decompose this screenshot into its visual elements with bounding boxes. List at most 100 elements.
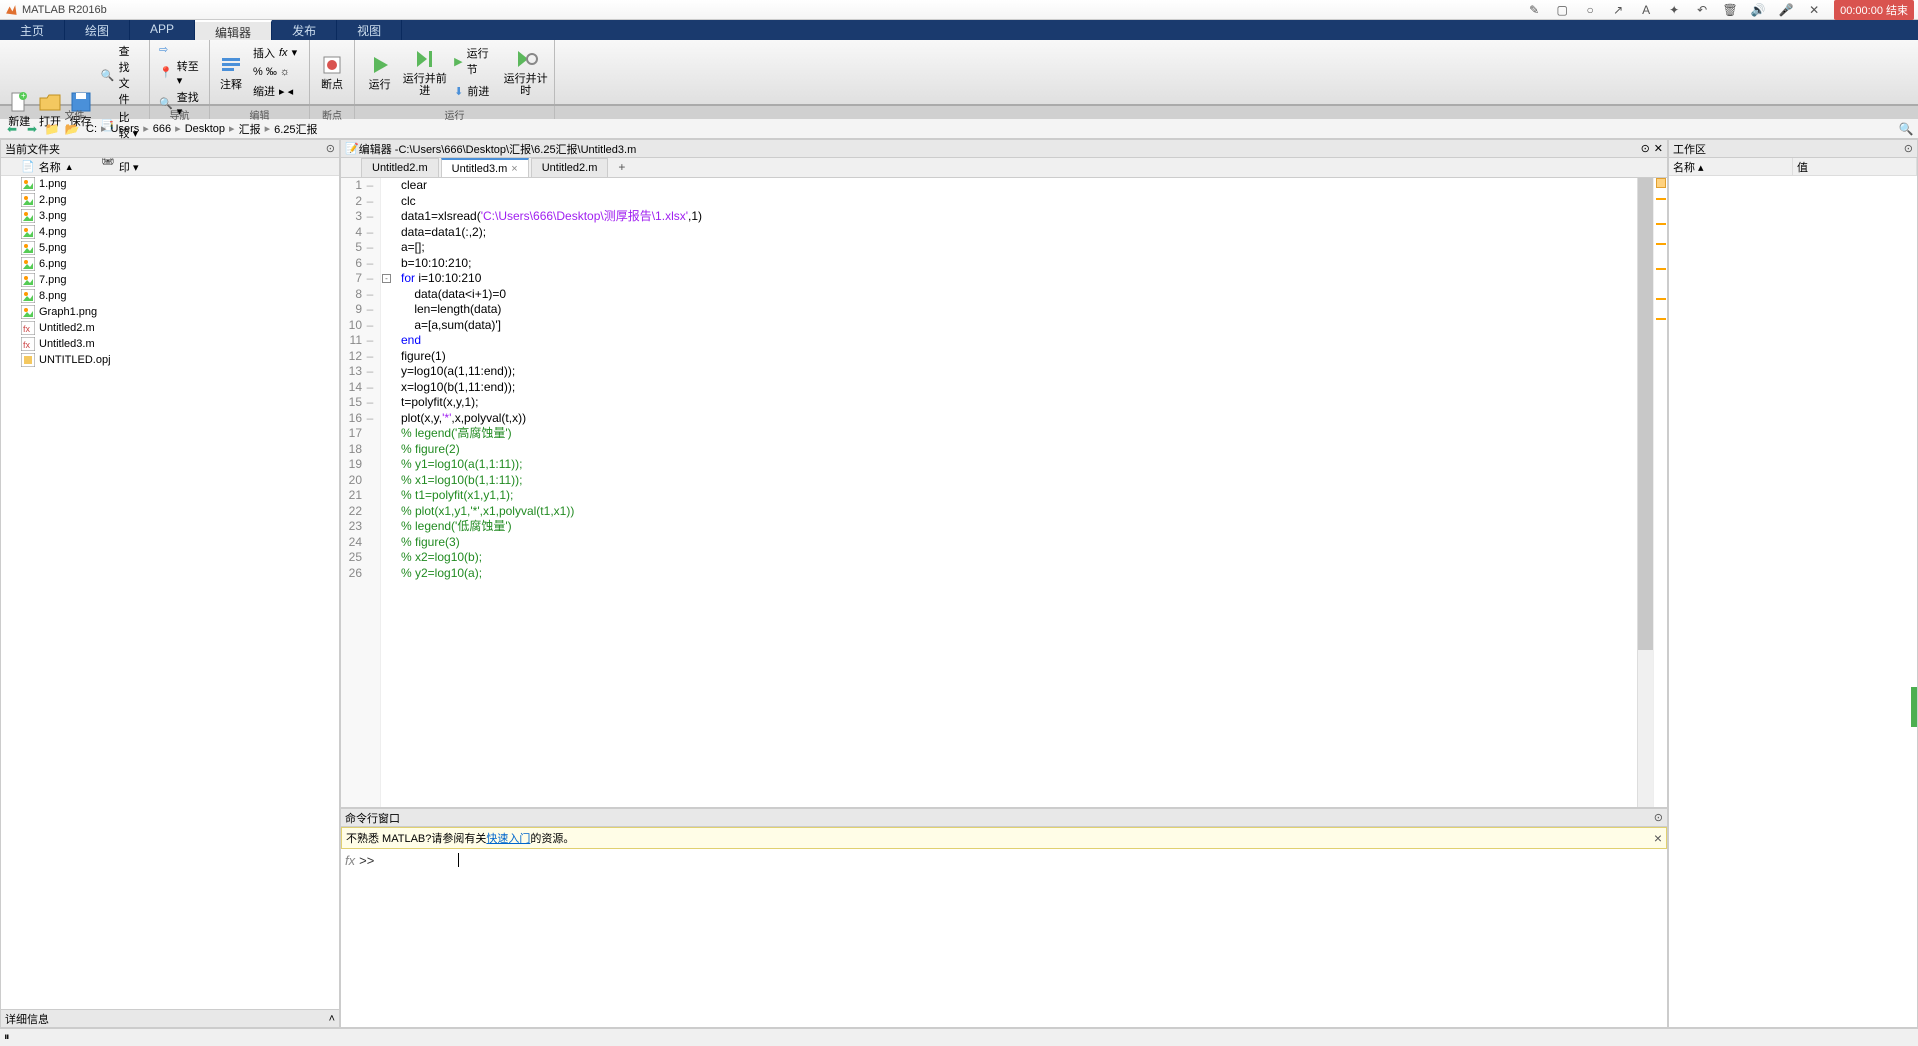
toolstrip-tab-1[interactable]: 绘图 [65,20,130,40]
run-button[interactable]: 运行 [361,42,398,102]
title-bar: MATLAB R2016b ✎ ▢ ○ ↗ A ✦ ↶ 🗑 🔊 🎤 ✕ 00:0… [0,0,1918,20]
fold-column: - [381,178,393,807]
fold-toggle[interactable]: - [382,274,391,283]
search-path-button[interactable]: 🔍 [1898,121,1914,137]
m-file-icon: fx [21,321,35,335]
png-file-icon [21,241,35,255]
toolstrip-tab-0[interactable]: 主页 [0,20,65,40]
file-list-header[interactable]: 📄名称▲ [1,158,339,176]
editor-tab-2[interactable]: Untitled2.m [531,158,609,177]
mic-icon[interactable]: 🎤 [1778,2,1794,18]
fx-icon[interactable]: fx [345,853,355,868]
breadcrumb: C:▸Users▸666▸Desktop▸汇报▸6.25汇报 [84,121,320,137]
file-item[interactable]: fxUntitled3.m [1,336,339,352]
quick-start-link[interactable]: 快速入门 [486,830,530,846]
insert-row[interactable]: 插入 fx ▾ [250,44,300,62]
details-header[interactable]: 详细信息 ˄ [1,1009,339,1027]
editor-tab-1[interactable]: Untitled3.m× [441,158,529,177]
editor-close-icon[interactable]: ✕ [1654,142,1663,155]
workspace-columns: 名称 ▴ 值 [1669,158,1917,176]
find-files-button[interactable]: 🔍查找文件 [98,42,143,108]
crumb-3[interactable]: Desktop [183,123,227,135]
cmd-menu-icon[interactable]: ⊙ [1654,811,1663,824]
ribbon-group-labels: 文件 导航 编辑 断点 运行 [0,105,1918,119]
run-advance-button[interactable]: 运行并前进 [402,42,447,102]
folder-button[interactable]: 📂 [64,121,80,137]
comment-button[interactable]: 注释 [216,42,246,102]
toolstrip-tab-2[interactable]: APP [130,20,195,40]
breakpoint-icon [320,53,344,77]
tab-close-icon[interactable]: × [511,163,517,175]
command-input[interactable]: fx >> [341,849,1667,1027]
indent-row[interactable]: 缩进 ▸ ◂ [250,82,300,100]
crumb-2[interactable]: 666 [151,123,173,135]
png-file-icon [21,193,35,207]
undo-icon[interactable]: ↶ [1694,2,1710,18]
toolstrip-tab-5[interactable]: 视图 [337,20,402,40]
file-item[interactable]: 2.png [1,192,339,208]
file-item[interactable]: UNTITLED.opj [1,352,339,368]
current-folder-header: 当前文件夹 ⊙ [1,140,339,158]
square-icon[interactable]: ▢ [1554,2,1570,18]
file-item[interactable]: 6.png [1,256,339,272]
comment-row[interactable]: % ‰ ☼ [250,65,300,79]
goto-button[interactable]: 📍转至 ▾ [156,57,203,88]
status-ready-icon: ⏸ [4,1031,10,1044]
up-button[interactable]: 📁 [44,121,60,137]
editor-tab-0[interactable]: Untitled2.m [361,158,439,177]
command-window-header: 命令行窗口 ⊙ [341,809,1667,827]
crumb-1[interactable]: Users [109,123,142,135]
crumb-5[interactable]: 6.25汇报 [272,121,319,137]
forward-button[interactable]: ➡ [24,121,40,137]
text-cursor [458,853,459,867]
recording-badge[interactable]: 00:00:00 结束 [1834,0,1914,20]
chevron-up-icon: ˄ [329,1013,335,1025]
file-item[interactable]: 8.png [1,288,339,304]
run-time-button[interactable]: 运行并计时 [503,42,548,102]
run-section-button[interactable]: ▶运行节 [451,44,499,78]
opj-file-icon [21,353,35,367]
advance-button[interactable]: ⬇前进 [451,82,499,100]
file-item[interactable]: 5.png [1,240,339,256]
editor-scrollbar[interactable]: ▴ [1637,178,1653,807]
file-item[interactable]: 3.png [1,208,339,224]
banner-close-icon[interactable]: × [1654,830,1662,846]
editor-panel: 📝 编辑器 - C:\Users\666\Desktop\汇报\6.25汇报\U… [340,139,1668,808]
editor-title-bar: 📝 编辑器 - C:\Users\666\Desktop\汇报\6.25汇报\U… [341,140,1667,158]
wand-icon[interactable]: ✦ [1666,2,1682,18]
delete-icon[interactable]: 🗑 [1722,2,1738,18]
new-tab-button[interactable]: + [610,158,633,177]
file-item[interactable]: fxUntitled2.m [1,320,339,336]
arrow-icon[interactable]: ↗ [1610,2,1626,18]
circle-icon[interactable]: ○ [1582,2,1598,18]
volume-icon[interactable]: 🔊 [1750,2,1766,18]
file-item[interactable]: 7.png [1,272,339,288]
status-bar: ⏸ [0,1028,1918,1046]
png-file-icon [21,257,35,271]
text-icon[interactable]: A [1638,2,1654,18]
edit-icon[interactable]: ✎ [1526,2,1542,18]
title-right-tools: ✎ ▢ ○ ↗ A ✦ ↶ 🗑 🔊 🎤 ✕ 00:00:00 结束 [1526,0,1914,20]
svg-text:fx: fx [23,340,31,350]
toolstrip-tab-4[interactable]: 发布 [272,20,337,40]
file-item[interactable]: Graph1.png [1,304,339,320]
ws-col-value[interactable]: 值 [1793,158,1917,175]
goto-arrow-button[interactable]: ⇨ [156,42,203,57]
toolstrip-tab-3[interactable]: 编辑器 [195,20,272,40]
file-item[interactable]: 4.png [1,224,339,240]
file-item[interactable]: 1.png [1,176,339,192]
breakpoint-button[interactable]: 断点 [316,42,348,102]
back-button[interactable]: ⬅ [4,121,20,137]
panel-menu-icon[interactable]: ⊙ [326,142,335,155]
workspace-menu-icon[interactable]: ⊙ [1904,142,1913,155]
ws-col-name[interactable]: 名称 ▴ [1669,158,1793,175]
close-icon[interactable]: ✕ [1806,2,1822,18]
crumb-0[interactable]: C: [84,123,99,135]
workspace-header: 工作区 ⊙ [1669,140,1917,158]
png-file-icon [21,273,35,287]
code-area[interactable]: clearclcdata1=xlsread('C:\Users\666\Desk… [393,178,1637,807]
png-file-icon [21,289,35,303]
editor-dock-icon[interactable]: ⊙ [1641,142,1650,155]
ribbon: + 新建 打开 保存 🔍查找文件 📑比较 ▾ 🖨打印 ▾ ⇨ 📍转至 ▾ [0,40,1918,105]
crumb-4[interactable]: 汇报 [237,121,263,137]
